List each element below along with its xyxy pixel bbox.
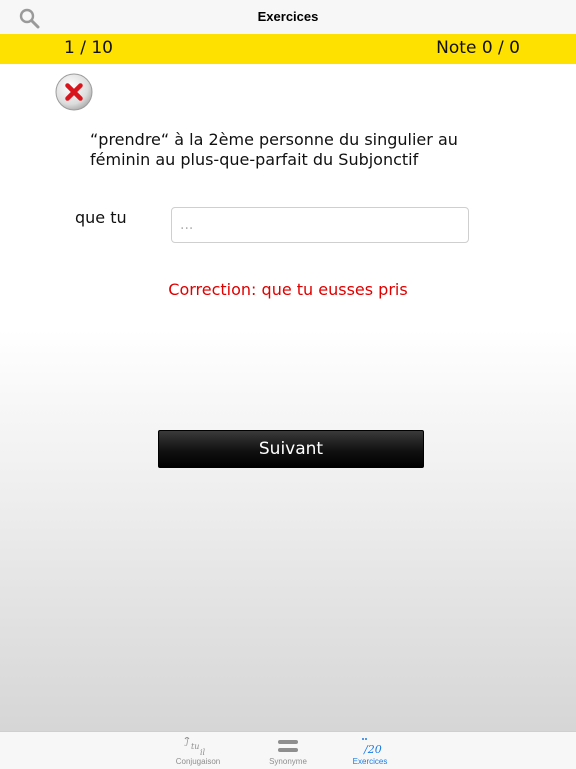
- answer-prompt-label: que tu: [75, 208, 127, 227]
- score-icon-text: /20: [363, 743, 382, 756]
- score-note: Note 0 / 0: [436, 38, 520, 58]
- equals-icon: [278, 740, 298, 752]
- score-bar: 1 / 10 Note 0 / 0: [0, 34, 576, 64]
- score-icon: /20: [362, 738, 382, 756]
- tab-synonyme[interactable]: Synonyme: [248, 732, 328, 769]
- tab-label: Conjugaison: [175, 757, 221, 766]
- question-progress: 1 / 10: [64, 38, 113, 58]
- wrong-answer-icon: [55, 73, 93, 111]
- tab-conjugaison[interactable]: j tu il Conjugaison: [158, 732, 238, 769]
- question-text: “prendre“ à la 2ème personne du singulie…: [90, 130, 458, 169]
- navigation-bar: Exercices: [0, 0, 576, 35]
- next-button-label: Suivant: [258, 439, 324, 459]
- tab-label: Exercices: [352, 757, 388, 766]
- page-title: Exercices: [257, 9, 319, 24]
- tab-bar: j tu il Conjugaison Synonyme /20 Exercic…: [0, 731, 576, 769]
- answer-input[interactable]: [171, 207, 469, 243]
- tab-label: Synonyme: [269, 757, 307, 766]
- next-button[interactable]: Suivant: [158, 430, 424, 468]
- svg-text:tu: tu: [191, 742, 199, 751]
- correction-text: Correction: que tu eusses pris: [168, 280, 408, 299]
- svg-text:il: il: [200, 748, 206, 757]
- tab-exercices[interactable]: /20 Exercices: [330, 732, 410, 769]
- conjugation-icon: j tu il: [184, 737, 206, 757]
